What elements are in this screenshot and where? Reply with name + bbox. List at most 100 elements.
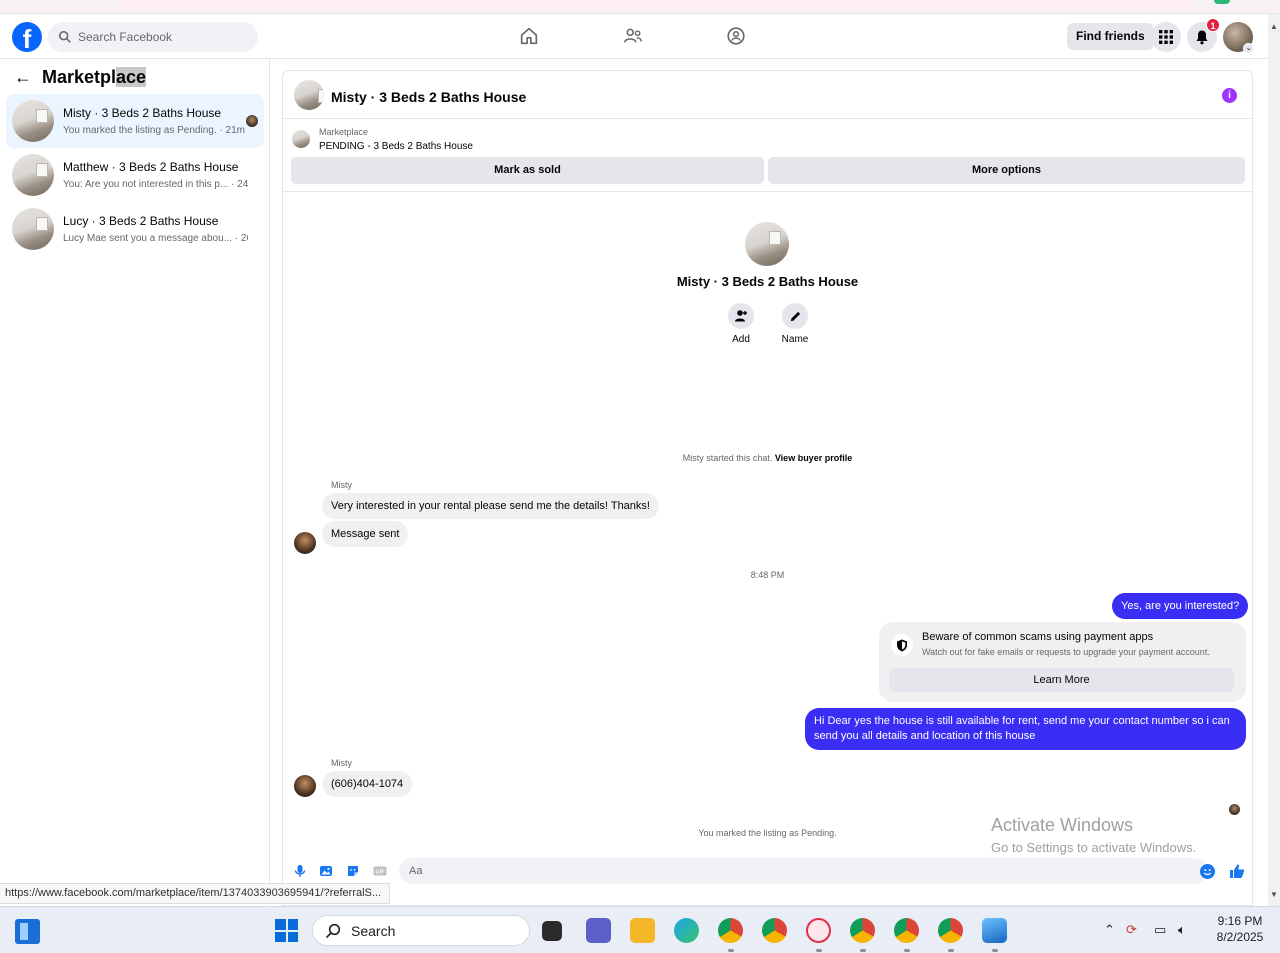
clock-time: 9:16 PM: [1217, 914, 1263, 928]
friends-icon[interactable]: [622, 25, 644, 47]
name-chat-button[interactable]: Name: [775, 303, 815, 345]
chat-header: Misty · 3 Beds 2 Baths House i: [283, 71, 1252, 119]
outgoing-message[interactable]: Hi Dear yes the house is still available…: [805, 708, 1246, 750]
thumbs-up-icon[interactable]: [1229, 863, 1245, 879]
incoming-message[interactable]: (606)404-1074: [322, 771, 413, 797]
app-running-indicator: [948, 949, 954, 952]
system-clock[interactable]: 9:16 PM 8/2/2025: [1208, 913, 1272, 945]
message-input[interactable]: Aa: [399, 858, 1207, 884]
conversation-item[interactable]: Misty · 3 Beds 2 Baths House You marked …: [6, 94, 264, 148]
sticker-icon[interactable]: [346, 864, 360, 878]
read-receipt-avatar: [246, 115, 258, 127]
watermark-title: Activate Windows: [991, 815, 1134, 835]
windows-taskbar: Search ⌃ ⟳ ▭ 🔈︎ 9:16 PM 8/2/2025: [0, 906, 1280, 953]
taskbar-search-label: Search: [351, 922, 396, 939]
task-view-icon[interactable]: [542, 921, 562, 941]
chat-panel: Misty · 3 Beds 2 Baths House i Marketpla…: [282, 70, 1253, 906]
taskbar-search[interactable]: Search: [312, 915, 530, 946]
browser-tab-strip: [0, 0, 1280, 14]
outgoing-message[interactable]: Yes, are you interested?: [1112, 593, 1249, 619]
watermark-subtitle: Go to Settings to activate Windows.: [991, 840, 1197, 855]
listing-thumbnail: [292, 130, 310, 148]
sync-icon[interactable]: ⟳: [1126, 922, 1137, 938]
conversation-item[interactable]: Lucy · 3 Beds 2 Baths House Lucy Mae sen…: [6, 202, 264, 256]
sender-avatar[interactable]: [294, 775, 316, 797]
network-icon[interactable]: ▭: [1154, 922, 1166, 938]
emoji-icon[interactable]: [1200, 864, 1215, 879]
snipping-tool-icon[interactable]: [806, 918, 831, 943]
search-icon: [325, 923, 341, 938]
incoming-message[interactable]: Very interested in your rental please se…: [322, 493, 659, 519]
more-options-button[interactable]: More options: [768, 157, 1245, 184]
scroll-down-icon[interactable]: ▼: [1270, 890, 1278, 899]
chat-started-notice: Misty started this chat. View buyer prof…: [283, 453, 1252, 463]
facebook-logo-icon[interactable]: f: [12, 22, 42, 52]
menu-button[interactable]: [1151, 22, 1181, 52]
chat-avatar[interactable]: [294, 80, 324, 110]
pencil-icon: [790, 311, 800, 321]
teams-chat-icon[interactable]: [586, 918, 611, 943]
listing-status[interactable]: PENDING - 3 Beds 2 Baths House: [319, 141, 473, 152]
edge-browser-icon[interactable]: [674, 918, 699, 943]
add-person-icon: [735, 310, 747, 322]
add-label: Add: [732, 334, 750, 345]
learn-more-button[interactable]: Learn More: [889, 668, 1234, 692]
conversation-snippet: You: Are you not interested in this p...…: [63, 179, 248, 190]
page-scrollbar[interactable]: ▲ ▼: [1268, 14, 1280, 906]
chrome-profile-1-icon[interactable]: [718, 918, 743, 943]
link-preview-url: https://www.facebook.com/marketplace/ite…: [0, 883, 391, 904]
message-sender: Misty: [331, 480, 352, 490]
add-people-button[interactable]: Add: [721, 303, 761, 345]
windows-start-icon[interactable]: [275, 919, 298, 942]
photos-icon[interactable]: [982, 918, 1007, 943]
groups-icon[interactable]: [725, 25, 747, 47]
app-running-indicator: [992, 949, 998, 952]
scroll-up-icon[interactable]: ▲: [1270, 22, 1278, 31]
message-composer: GIF Aa: [283, 857, 1252, 885]
incoming-message[interactable]: Message sent: [322, 521, 409, 547]
page-title-selected-text: ace: [116, 67, 147, 87]
browser-indicator: [1214, 0, 1230, 4]
chrome-profile-4-icon[interactable]: [938, 918, 963, 943]
bell-icon: [1196, 30, 1208, 45]
conversation-name: Misty · 3 Beds 2 Baths House: [63, 106, 222, 120]
notification-badge: 1: [1206, 18, 1220, 32]
scam-warning-subtitle: Watch out for fake emails or requests to…: [922, 647, 1210, 657]
back-arrow-icon[interactable]: ←: [14, 67, 32, 88]
microphone-icon[interactable]: [293, 864, 307, 878]
marketplace-sidebar: ← Marketplace Misty · 3 Beds 2 Baths Hou…: [0, 59, 270, 906]
view-buyer-profile-link[interactable]: View buyer profile: [775, 453, 852, 463]
find-friends-button[interactable]: Find friends: [1067, 23, 1154, 50]
chrome-profile-2-icon[interactable]: [850, 918, 875, 943]
photo-icon[interactable]: [319, 864, 333, 878]
chevron-down-icon[interactable]: ⌄: [1243, 43, 1254, 54]
mark-as-sold-button[interactable]: Mark as sold: [291, 157, 764, 184]
activate-windows-watermark: Activate Windows Go to Settings to activ…: [991, 815, 1196, 855]
chrome-icon[interactable]: [762, 918, 787, 943]
listing-source: Marketplace: [319, 127, 369, 137]
browser-tab[interactable]: [120, 0, 1195, 8]
message-sender: Misty: [331, 758, 352, 768]
listing-thumbnail: [12, 208, 54, 250]
listing-thumbnail: [12, 100, 54, 142]
search-input[interactable]: Search Facebook: [48, 22, 258, 52]
file-explorer-icon[interactable]: [630, 918, 655, 943]
volume-icon[interactable]: 🔈︎: [1178, 922, 1186, 938]
scam-warning-card: Beware of common scams using payment app…: [879, 622, 1246, 702]
chat-title[interactable]: Misty · 3 Beds 2 Baths House: [331, 89, 526, 105]
listing-banner: Marketplace PENDING - 3 Beds 2 Baths Hou…: [283, 120, 1252, 192]
conversation-name: Matthew · 3 Beds 2 Baths House: [63, 160, 239, 174]
widgets-icon[interactable]: [15, 919, 40, 944]
gif-icon[interactable]: GIF: [373, 864, 387, 878]
conversation-item[interactable]: Matthew · 3 Beds 2 Baths House You: Are …: [6, 148, 264, 202]
chevron-up-icon[interactable]: ⌃: [1104, 922, 1115, 938]
info-icon[interactable]: i: [1222, 88, 1237, 103]
name-label: Name: [781, 334, 809, 345]
sender-avatar[interactable]: [294, 532, 316, 554]
chrome-profile-3-icon[interactable]: [894, 918, 919, 943]
home-icon[interactable]: [518, 25, 540, 47]
message-timestamp: 8:48 PM: [750, 570, 785, 580]
chat-profile-name: Misty · 3 Beds 2 Baths House: [676, 274, 859, 289]
page-title-text: Marketpl: [42, 67, 117, 87]
listing-thumbnail: [12, 154, 54, 196]
